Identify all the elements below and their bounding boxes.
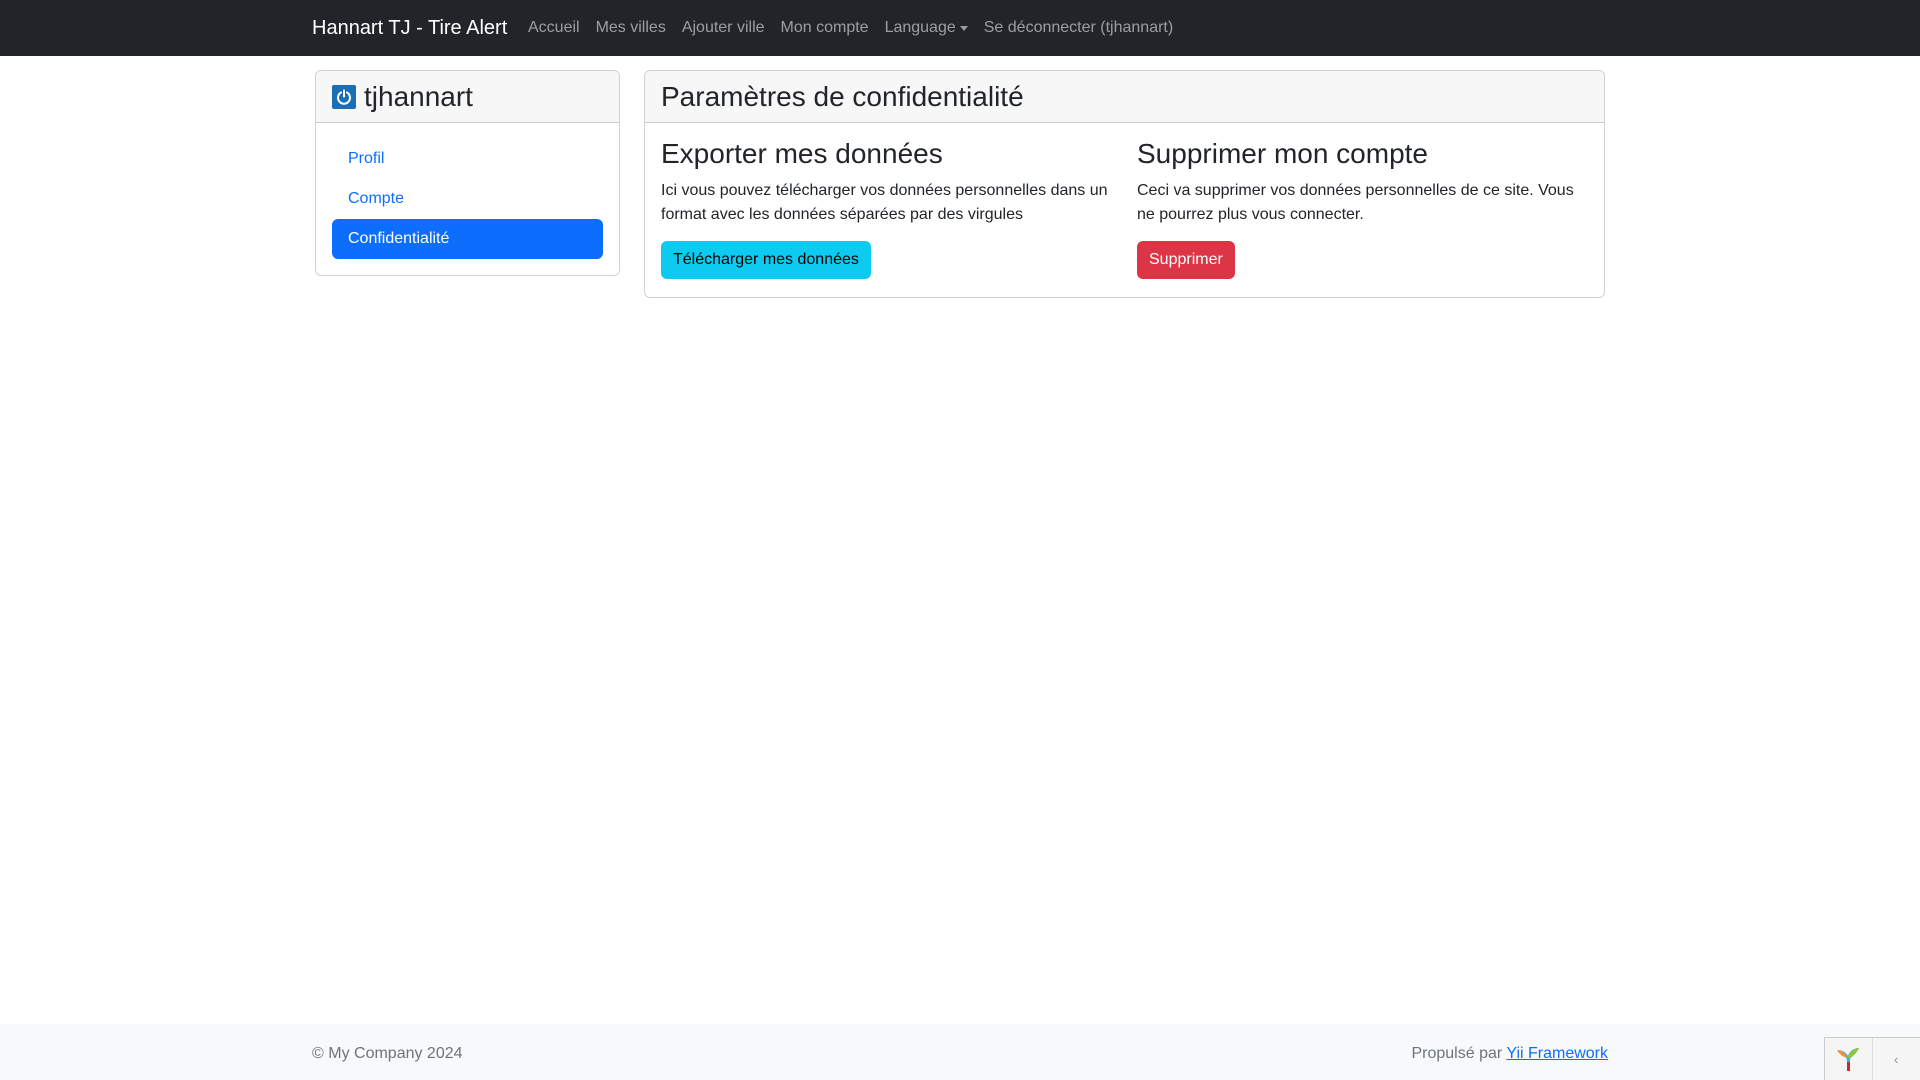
nav-language-dropdown[interactable]: Language [877, 16, 976, 40]
main-nav: Accueil Mes villes Ajouter ville Mon com… [520, 16, 1181, 40]
delete-account-button[interactable]: Supprimer [1137, 241, 1235, 279]
nav-logout[interactable]: Se déconnecter (tjhannart) [976, 16, 1181, 40]
nav-my-account[interactable]: Mon compte [773, 16, 877, 40]
delete-description: Ceci va supprimer vos données personnell… [1137, 182, 1574, 223]
yii-framework-link[interactable]: Yii Framework [1506, 1045, 1608, 1062]
privacy-settings-card: Paramètres de confidentialité Exporter m… [644, 70, 1605, 298]
nav-add-city[interactable]: Ajouter ville [674, 16, 773, 40]
yii-logo-icon [1837, 1048, 1860, 1071]
debug-toolbar: ‹ [1824, 1037, 1920, 1080]
export-heading: Exporter mes données [661, 138, 943, 169]
brand-link[interactable]: Hannart TJ - Tire Alert [312, 14, 507, 42]
settings-nav: Profil Compte Confidentialité [316, 123, 619, 259]
delete-heading: Supprimer mon compte [1137, 138, 1429, 169]
nav-home[interactable]: Accueil [520, 16, 588, 40]
sidebar-item-profil[interactable]: Profil [332, 139, 603, 179]
caret-down-icon [959, 25, 968, 31]
powered-by-prefix: Propulsé par [1411, 1045, 1503, 1062]
sidebar-card-header: tjhannart [316, 71, 619, 123]
language-label: Language [884, 19, 956, 36]
download-data-button[interactable]: Télécharger mes données [661, 241, 871, 279]
profile-sidebar-card: tjhannart Profil Compte Confidentialité [315, 70, 620, 276]
chevron-left-icon[interactable]: ‹ [1873, 1038, 1920, 1080]
power-icon [337, 89, 351, 105]
main-card-header: Paramètres de confidentialité [645, 71, 1604, 123]
nav-my-cities[interactable]: Mes villes [588, 16, 674, 40]
sidebar-item-confidentialite[interactable]: Confidentialité [332, 219, 603, 259]
copyright-text: © My Company 2024 [312, 1045, 463, 1062]
footer: © My Company 2024 Propulsé par Yii Frame… [0, 1024, 1920, 1080]
avatar [332, 84, 356, 109]
page-title: Paramètres de confidentialité [661, 80, 1024, 112]
top-navbar: Hannart TJ - Tire Alert Accueil Mes vill… [0, 0, 1920, 56]
sidebar-item-compte[interactable]: Compte [332, 179, 603, 219]
yii-logo-button[interactable] [1825, 1038, 1873, 1080]
export-description: Ici vous pouvez télécharger vos données … [661, 182, 1108, 223]
powered-by: Propulsé par Yii Framework [1411, 1042, 1608, 1066]
export-section: Exporter mes données Ici vous pouvez tél… [661, 137, 1113, 279]
sidebar-username: tjhannart [364, 80, 473, 112]
delete-section: Supprimer mon compte Ceci va supprimer v… [1137, 137, 1589, 279]
